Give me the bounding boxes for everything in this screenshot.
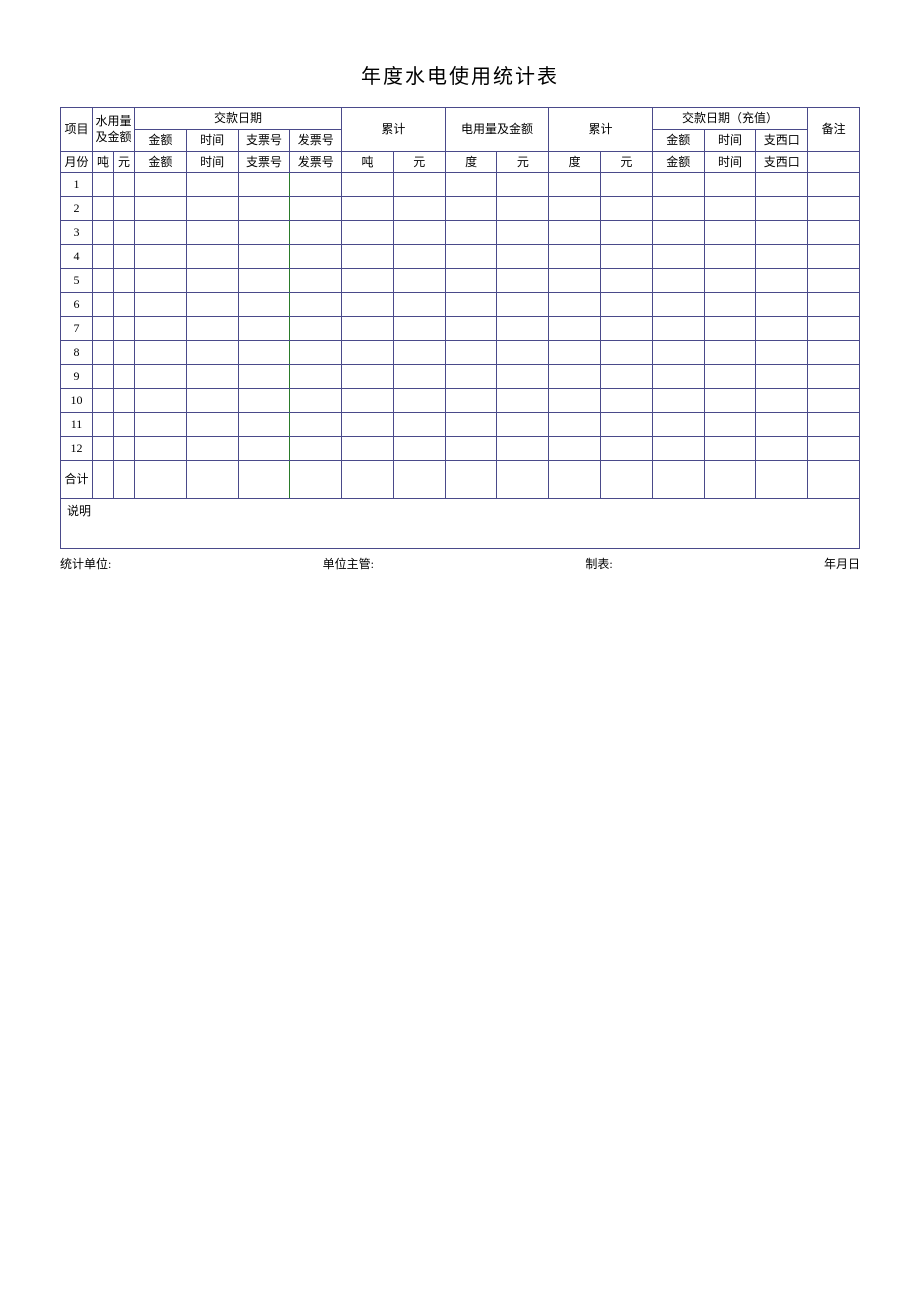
month-9: 9 — [61, 365, 93, 389]
header-jine: 金额 — [135, 129, 187, 151]
month-12: 12 — [61, 437, 93, 461]
subheader-leiji-ton: 吨 — [342, 151, 394, 173]
month-7: 7 — [61, 317, 93, 341]
subheader-du: 度 — [445, 151, 497, 173]
subheader-yuan: 元 — [114, 151, 135, 173]
month-6: 6 — [61, 293, 93, 317]
table-row: 5 — [61, 269, 860, 293]
subheader-yuefen: 月份 — [61, 151, 93, 173]
table-row: 3 — [61, 221, 860, 245]
month-11: 11 — [61, 413, 93, 437]
table-row: 7 — [61, 317, 860, 341]
main-table: 项目 水用量及金额 交款日期 累计 电用量及金额 累计 交款日期（充值） 备注 … — [60, 107, 860, 549]
subheader-czjine: 金额 — [652, 151, 704, 173]
month-4: 4 — [61, 245, 93, 269]
header-cz-shijian: 时间 — [704, 129, 756, 151]
header-dleiji: 累计 — [549, 108, 653, 152]
table-row: 11 — [61, 413, 860, 437]
footer-tongji: 统计单位: — [60, 555, 111, 572]
header-shuiyong: 水用量及金额 — [93, 108, 135, 152]
shuiming-row: 说明 — [61, 499, 860, 549]
table-row: 4 — [61, 245, 860, 269]
subheader-jine: 金额 — [135, 151, 187, 173]
header-leiji: 累计 — [342, 108, 446, 152]
table-row: 2 — [61, 197, 860, 221]
month-1: 1 — [61, 173, 93, 197]
header-beizhu: 备注 — [808, 108, 860, 152]
subheader-czshijian: 时间 — [704, 151, 756, 173]
table-row: 6 — [61, 293, 860, 317]
table-row: 1 — [61, 173, 860, 197]
subheader-czzhipiao: 支西口 — [756, 151, 808, 173]
table-row: 12 — [61, 437, 860, 461]
page-title: 年度水电使用统计表 — [60, 60, 860, 89]
month-2: 2 — [61, 197, 93, 221]
shuiming-cell: 说明 — [61, 499, 860, 549]
month-10: 10 — [61, 389, 93, 413]
subheader-dy-yuan: 元 — [497, 151, 549, 173]
header-zhipiaohao: 支票号 — [238, 129, 290, 151]
header-jiaokuan: 交款日期 — [135, 108, 342, 130]
month-3: 3 — [61, 221, 93, 245]
subheader-dleiji-yuan: 元 — [601, 151, 653, 173]
subheader-beizhu — [808, 151, 860, 173]
month-8: 8 — [61, 341, 93, 365]
header-chongzhi: 交款日期（充值） — [652, 108, 807, 130]
subheader-ton: 吨 — [93, 151, 114, 173]
total-label: 合计 — [61, 461, 93, 499]
footer-zhanbiao: 制表: — [585, 555, 612, 572]
subheader-row: 月份 吨 元 金额 时间 支票号 发票号 吨 元 度 元 度 元 金额 时间 支… — [61, 151, 860, 173]
footer: 统计单位: 单位主管: 制表: 年月日 — [60, 555, 860, 572]
header-fapiaohao: 发票号 — [290, 129, 342, 151]
footer-nianyueiri: 年月日 — [824, 555, 860, 572]
table-row-total: 合计 — [61, 461, 860, 499]
table-wrap: 项目 水用量及金额 交款日期 累计 电用量及金额 累计 交款日期（充值） 备注 … — [60, 107, 860, 549]
subheader-fapiao: 发票号 — [290, 151, 342, 173]
subheader-dleiji-du: 度 — [549, 151, 601, 173]
table-row: 9 — [61, 365, 860, 389]
month-5: 5 — [61, 269, 93, 293]
subheader-zhipiao: 支票号 — [238, 151, 290, 173]
header-row-1: 项目 水用量及金额 交款日期 累计 电用量及金额 累计 交款日期（充值） 备注 — [61, 108, 860, 130]
header-cz-jine: 金额 — [652, 129, 704, 151]
subheader-shijian: 时间 — [186, 151, 238, 173]
footer-danwei: 单位主管: — [323, 555, 374, 572]
header-shijian: 时间 — [186, 129, 238, 151]
header-xm: 项目 — [61, 108, 93, 152]
header-cz-zhipiao: 支西口 — [756, 129, 808, 151]
table-row: 10 — [61, 389, 860, 413]
table-row: 8 — [61, 341, 860, 365]
subheader-leiji-yuan: 元 — [393, 151, 445, 173]
header-dianyong: 电用量及金额 — [445, 108, 549, 152]
